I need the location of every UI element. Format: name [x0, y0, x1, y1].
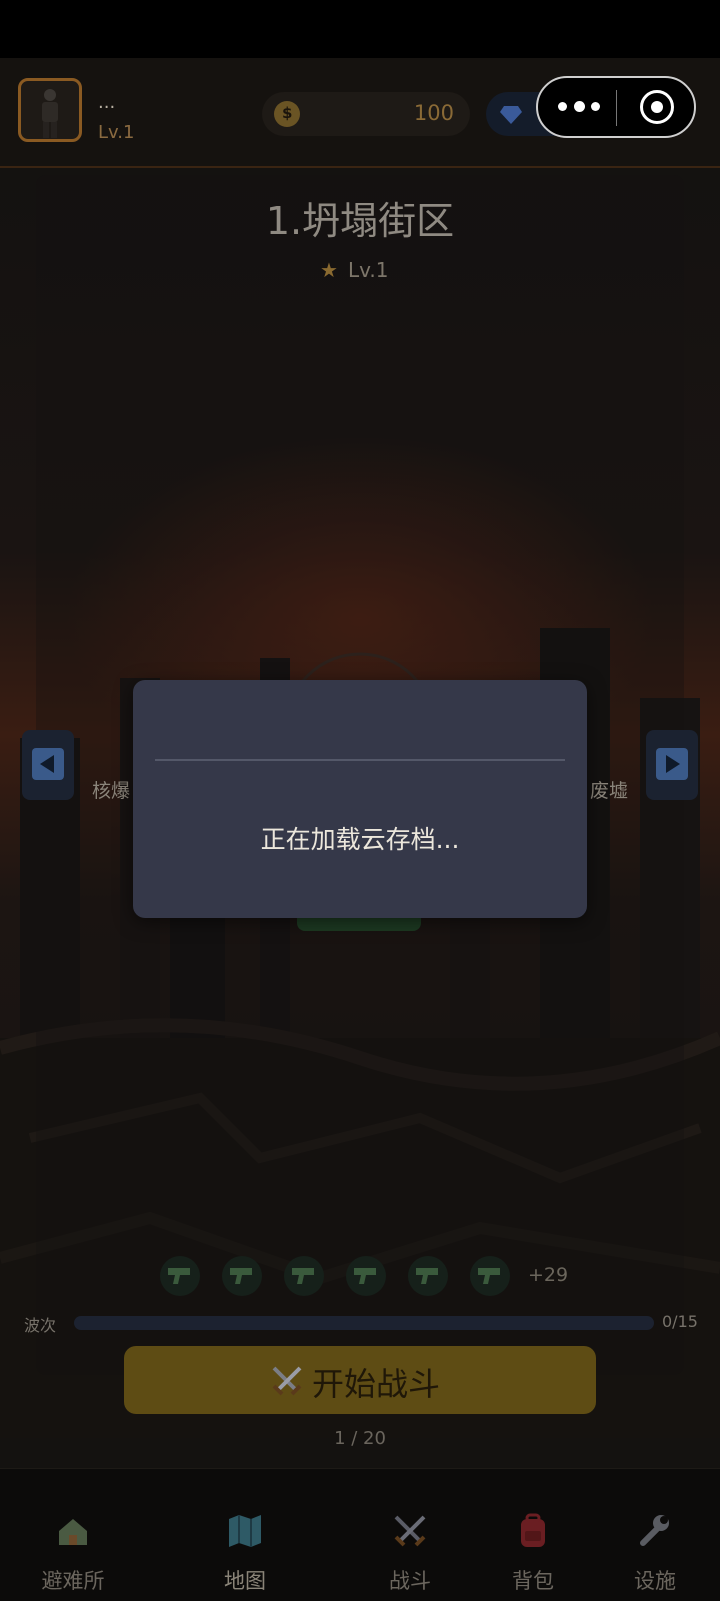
gun-icon — [478, 1268, 500, 1284]
crossed-swords-icon — [272, 1366, 302, 1396]
enemy-slot — [160, 1256, 200, 1296]
star-icon: ★ — [320, 258, 338, 282]
house-icon — [59, 1519, 87, 1545]
more-enemies-count: +29 — [528, 1264, 569, 1286]
dialog-divider — [155, 759, 565, 761]
tab-map-label: 地图 — [224, 1569, 266, 1593]
wrench-icon — [640, 1515, 669, 1546]
tab-backpack[interactable]: 背包 — [478, 1469, 588, 1601]
gun-icon — [230, 1268, 252, 1284]
enemy-slot — [408, 1256, 448, 1296]
arrow-right-icon — [656, 748, 688, 780]
survivor-avatar-icon — [42, 89, 58, 138]
loading-message: 正在加载云存档... — [260, 825, 460, 854]
wave-label: 波次 — [24, 1316, 57, 1335]
coin-value: 100 — [413, 101, 454, 125]
money-bag-icon — [274, 101, 300, 127]
bottom-tab-bar: 避难所 地图 战斗 背包 设施 — [0, 1468, 720, 1601]
tab-facilities[interactable]: 设施 — [600, 1469, 710, 1601]
prev-map-name: 核爆 — [92, 780, 131, 802]
player-avatar[interactable] — [18, 78, 82, 142]
tab-battle-label: 战斗 — [389, 1569, 431, 1593]
start-battle-button[interactable]: 开始战斗 — [124, 1346, 596, 1414]
capsule-divider — [616, 90, 617, 126]
status-bar — [0, 0, 720, 58]
enemy-slot — [284, 1256, 324, 1296]
gun-icon — [292, 1268, 314, 1284]
arrow-left-icon — [32, 748, 64, 780]
start-battle-label: 开始战斗 — [312, 1365, 441, 1403]
backpack-icon — [521, 1513, 545, 1547]
prev-map-button[interactable] — [22, 730, 74, 800]
gun-icon — [354, 1268, 376, 1284]
map-title: 1.坍塌街区 — [265, 199, 455, 243]
crossed-swords-icon — [394, 1515, 426, 1547]
wave-count: 0/15 — [662, 1312, 698, 1331]
player-name: ... — [98, 92, 116, 113]
close-miniprogram-button[interactable] — [640, 90, 674, 124]
gun-icon — [168, 1268, 190, 1284]
diamond-icon — [500, 106, 522, 124]
enemy-slot — [222, 1256, 262, 1296]
tab-backpack-label: 背包 — [512, 1569, 554, 1593]
wave-progress-bar — [74, 1316, 654, 1330]
enemy-slot — [470, 1256, 510, 1296]
next-map-name: 废墟 — [590, 780, 629, 802]
player-level: Lv.1 — [98, 122, 135, 143]
gun-icon — [416, 1268, 438, 1284]
more-menu-button[interactable] — [558, 92, 606, 122]
map-icon — [229, 1515, 261, 1547]
tab-battle[interactable]: 战斗 — [355, 1469, 465, 1601]
tab-shelter-label: 避难所 — [41, 1569, 105, 1593]
page-indicator: 1 / 20 — [334, 1428, 386, 1449]
next-map-button[interactable] — [646, 730, 698, 800]
tab-facilities-label: 设施 — [634, 1569, 676, 1593]
map-level-text: Lv.1 — [347, 258, 389, 282]
coin-counter: 100 — [262, 92, 470, 136]
loading-dialog: 正在加载云存档... — [133, 680, 587, 918]
map-level: ★ Lv.1 — [320, 258, 388, 282]
tab-shelter[interactable]: 避难所 — [18, 1469, 128, 1601]
tab-map[interactable]: 地图 — [190, 1469, 300, 1601]
enemy-slot — [346, 1256, 386, 1296]
miniprogram-capsule — [536, 76, 696, 138]
